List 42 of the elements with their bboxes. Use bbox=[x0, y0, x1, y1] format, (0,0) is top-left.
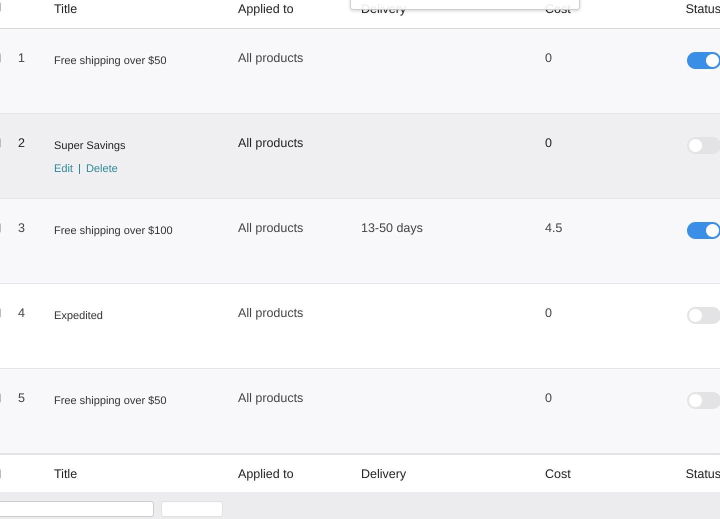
column-header: Delivery bbox=[361, 466, 406, 480]
table-row[interactable]: 1 Free shipping over $50 All products 0 bbox=[0, 29, 720, 114]
rate-title: Free shipping over $50 bbox=[54, 395, 167, 407]
button[interactable] bbox=[0, 501, 154, 517]
table-cell-text: 0 bbox=[545, 51, 553, 65]
table-row[interactable]: 2 Super Savings Edit Delete All products 0 bbox=[0, 114, 720, 199]
table-cell-text: All products bbox=[238, 391, 304, 405]
table-cell-text: 0 bbox=[545, 306, 553, 320]
column-header: Title bbox=[54, 2, 78, 16]
column-header: Cost bbox=[545, 466, 571, 480]
table-cell-text: 13-50 days bbox=[361, 221, 424, 235]
status-toggle[interactable] bbox=[687, 392, 720, 409]
row-number: 5 bbox=[17, 391, 26, 405]
status-toggle[interactable] bbox=[687, 137, 720, 154]
status-toggle[interactable] bbox=[687, 52, 720, 69]
rate-title: Super Savings bbox=[54, 140, 126, 152]
column-header: Applied to bbox=[238, 466, 294, 480]
button[interactable] bbox=[161, 501, 223, 517]
column-header: Applied to bbox=[238, 2, 294, 16]
row-number: 3 bbox=[17, 221, 26, 235]
row-number: 4 bbox=[17, 306, 26, 320]
table-cell-text: 0 bbox=[545, 391, 553, 405]
table-cell-text: All products bbox=[238, 51, 304, 65]
table-cell-text: All products bbox=[238, 221, 304, 235]
rate-title: Free shipping over $100 bbox=[54, 225, 173, 237]
delete-link[interactable]: Delete bbox=[86, 163, 118, 175]
rate-title: Free shipping over $50 bbox=[54, 55, 167, 67]
row-number: 1 bbox=[17, 51, 26, 65]
column-header: Cost bbox=[545, 2, 571, 16]
table-cell-text: 4.5 bbox=[545, 221, 564, 235]
status-toggle[interactable] bbox=[687, 307, 720, 324]
column-header: Title bbox=[54, 466, 78, 480]
column-header: Delivery bbox=[361, 2, 406, 16]
table-cell-text: All products bbox=[238, 136, 304, 150]
table-row[interactable]: 3 Free shipping over $100 All products 13-50 days 4.5 bbox=[0, 199, 720, 284]
table-cell-text: 0 bbox=[545, 136, 553, 150]
status-toggle[interactable] bbox=[687, 222, 720, 239]
rate-title: Expedited bbox=[54, 310, 103, 322]
edit-link[interactable]: Edit bbox=[54, 163, 73, 175]
table-cell-text: All products bbox=[238, 306, 304, 320]
row-number: 2 bbox=[17, 136, 26, 150]
table-row[interactable]: 5 Free shipping over $50 All products 0 bbox=[0, 369, 720, 454]
